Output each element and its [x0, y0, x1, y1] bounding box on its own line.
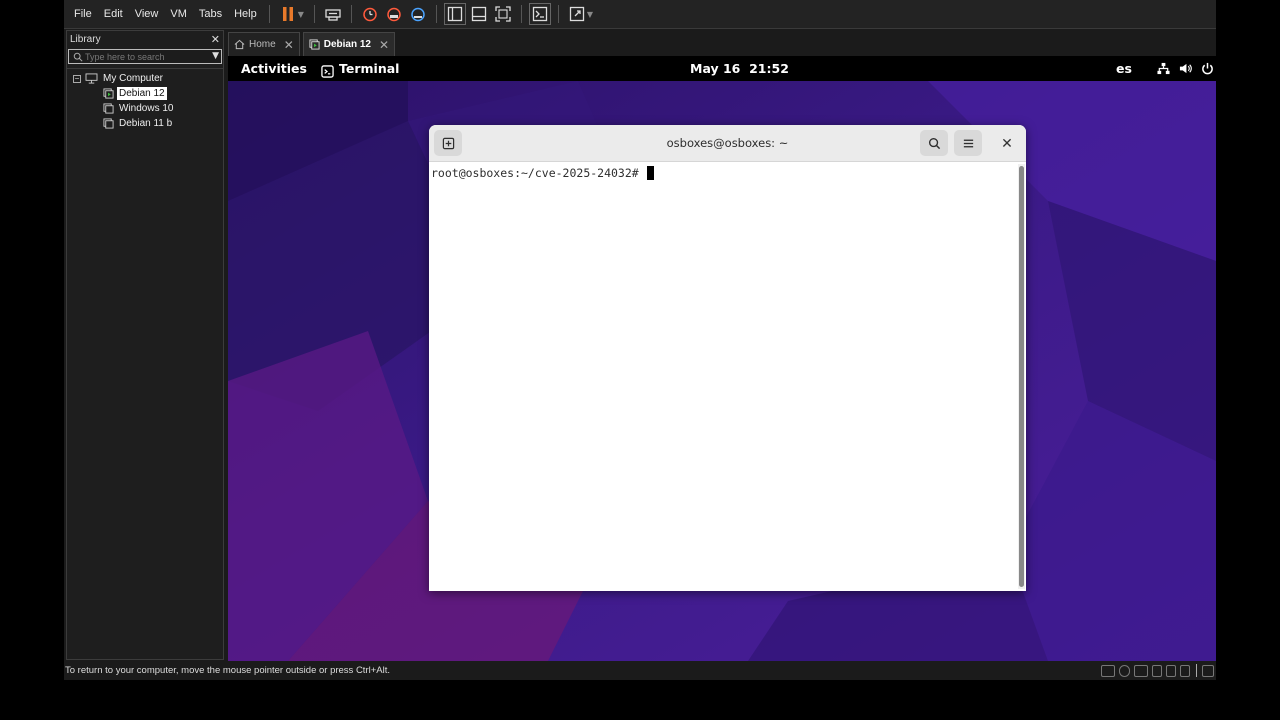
- menu-view[interactable]: View: [129, 0, 165, 29]
- menu-file[interactable]: File: [68, 0, 98, 29]
- close-icon[interactable]: ✕: [284, 38, 294, 52]
- tab-label: Debian 12: [323, 39, 371, 50]
- status-bar: To return to your computer, move the mou…: [64, 661, 1216, 680]
- tree-label-vm: Debian 12: [117, 87, 167, 100]
- volume-icon: [1179, 63, 1192, 74]
- toolbar-divider: [435, 5, 437, 23]
- close-icon[interactable]: ✕: [211, 33, 220, 46]
- tree-label-vm: Windows 10: [119, 103, 174, 114]
- tree-label-vm: Debian 11 b: [119, 118, 173, 129]
- scrollbar-thumb[interactable]: [1019, 166, 1024, 587]
- collapse-icon[interactable]: −: [73, 74, 81, 83]
- activities-button[interactable]: Activities: [241, 56, 307, 81]
- library-tree: − My Computer Debian 12 Windows 10 Debia…: [67, 68, 223, 131]
- clock-time: 21:52: [749, 61, 789, 76]
- pause-icon[interactable]: [277, 3, 299, 25]
- menu-edit[interactable]: Edit: [98, 0, 129, 29]
- snapshot-take-icon[interactable]: [359, 3, 381, 25]
- tab-vm[interactable]: Debian 12 ✕: [302, 32, 396, 56]
- library-title: Library: [70, 33, 101, 45]
- status-message: To return to your computer, move the mou…: [65, 665, 390, 676]
- vm-running-icon: [309, 39, 320, 50]
- printer-icon[interactable]: [1180, 664, 1190, 677]
- library-panel: Library ✕ ▼ − My Computer Debian 12 Wind…: [66, 30, 224, 660]
- snapshot-manager-icon[interactable]: [407, 3, 429, 25]
- library-search-box: ▼: [68, 49, 222, 64]
- cd-drive-icon[interactable]: [1119, 664, 1130, 677]
- sound-card-icon[interactable]: [1166, 664, 1176, 677]
- tree-item-my-computer[interactable]: − My Computer: [67, 71, 223, 86]
- toolbar-divider: [313, 5, 315, 23]
- send-ctrl-alt-del-icon[interactable]: [322, 3, 344, 25]
- app-menu-label: Terminal: [339, 61, 400, 76]
- menu-help[interactable]: Help: [228, 0, 263, 29]
- search-icon: [928, 137, 940, 149]
- shell-prompt: root@osboxes:~/cve-2025-24032#: [431, 166, 646, 180]
- tab-home[interactable]: Home ✕: [228, 32, 300, 56]
- gnome-top-bar: Activities Terminal May 16 21:52 es: [228, 56, 1216, 81]
- menu-bar: File Edit View VM Tabs Help ▼ ▼: [64, 0, 1216, 29]
- tab-strip: Home ✕ Debian 12 ✕: [228, 32, 398, 56]
- status-divider: [1196, 664, 1197, 677]
- tab-label: Home: [249, 39, 276, 50]
- console-view-icon[interactable]: [528, 3, 551, 25]
- hard-disk-icon[interactable]: [1101, 664, 1115, 677]
- close-icon[interactable]: ✕: [379, 38, 389, 52]
- library-view-icon[interactable]: [443, 3, 466, 25]
- message-log-icon[interactable]: [1202, 664, 1214, 677]
- chevron-down-icon[interactable]: ▼: [212, 50, 219, 63]
- toolbar-divider: [557, 5, 559, 23]
- computer-icon: [85, 73, 98, 84]
- network-icon: [1157, 62, 1170, 75]
- toolbar-divider: [350, 5, 352, 23]
- home-icon: [234, 39, 245, 50]
- clock-date: May 16: [690, 61, 741, 76]
- vm-icon: [103, 118, 114, 129]
- full-screen-icon[interactable]: [492, 3, 514, 25]
- terminal-output[interactable]: root@osboxes:~/cve-2025-24032#: [429, 163, 1016, 591]
- snapshot-revert-icon[interactable]: [383, 3, 405, 25]
- hamburger-icon: [963, 139, 973, 147]
- unity-icon[interactable]: [566, 3, 588, 25]
- terminal-scrollbar[interactable]: [1018, 164, 1025, 589]
- unity-dropdown-icon[interactable]: ▼: [587, 10, 593, 19]
- tree-label-my-computer: My Computer: [103, 73, 164, 84]
- close-icon[interactable]: ✕: [994, 131, 1020, 157]
- network-adapter-icon[interactable]: [1134, 664, 1148, 677]
- terminal-window[interactable]: osboxes@osboxes: ~ ✕ root@osboxes:~/cve-…: [429, 125, 1026, 591]
- text-cursor: [646, 166, 654, 180]
- terminal-icon: [321, 65, 334, 78]
- vm-running-icon: [103, 88, 114, 99]
- search-input[interactable]: [69, 50, 189, 63]
- library-header: Library ✕: [67, 31, 223, 47]
- menu-tabs[interactable]: Tabs: [193, 0, 228, 29]
- vmware-window: File Edit View VM Tabs Help ▼ ▼ Library …: [64, 0, 1216, 680]
- clock[interactable]: May 16 21:52: [690, 56, 789, 81]
- thumbnail-bar-icon[interactable]: [468, 3, 490, 25]
- keyboard-layout-indicator[interactable]: es: [1116, 56, 1132, 81]
- hamburger-menu-button[interactable]: [954, 130, 982, 156]
- toolbar-divider: [268, 5, 270, 23]
- tree-item-vm[interactable]: Debian 11 b: [67, 116, 223, 131]
- system-menu[interactable]: [1157, 56, 1214, 81]
- tree-item-vm[interactable]: Windows 10: [67, 101, 223, 116]
- usb-icon[interactable]: [1152, 664, 1162, 677]
- tree-item-vm[interactable]: Debian 12: [67, 86, 223, 101]
- search-icon: [73, 52, 83, 62]
- app-menu[interactable]: Terminal: [321, 56, 399, 81]
- terminal-header-bar: osboxes@osboxes: ~ ✕: [429, 125, 1026, 162]
- power-icon: [1202, 62, 1213, 75]
- search-button[interactable]: [920, 130, 948, 156]
- device-status-icons: [1097, 663, 1214, 678]
- pause-dropdown-icon[interactable]: ▼: [298, 10, 304, 19]
- vm-icon: [103, 103, 114, 114]
- menu-vm[interactable]: VM: [164, 0, 193, 29]
- guest-display[interactable]: Activities Terminal May 16 21:52 es osbo…: [228, 56, 1216, 661]
- toolbar-divider: [520, 5, 522, 23]
